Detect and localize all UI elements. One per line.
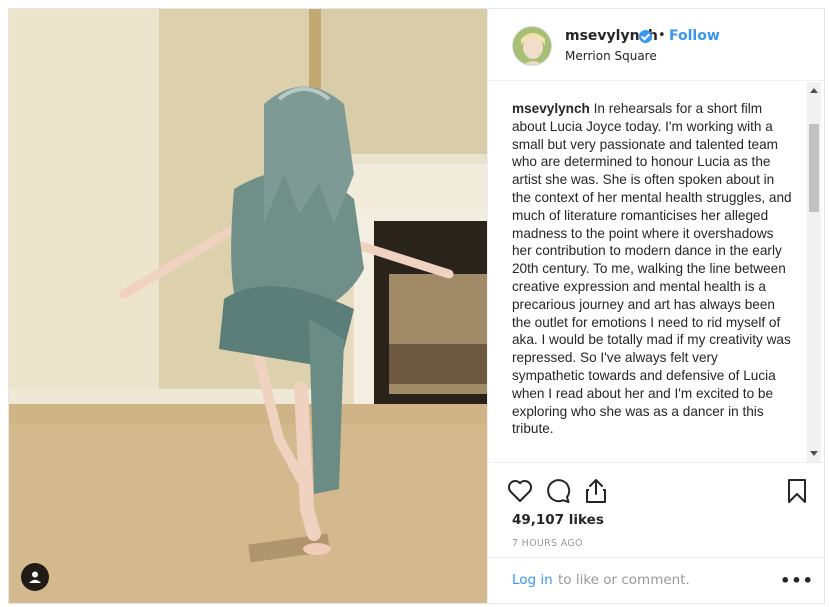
more-icon[interactable]: ••• (780, 568, 813, 592)
scrollbar-thumb[interactable] (809, 124, 819, 212)
login-link[interactable]: Log in (512, 572, 553, 588)
likes-count[interactable]: 49,107 likes (512, 512, 604, 528)
heart-icon[interactable] (504, 475, 536, 507)
share-icon[interactable] (580, 475, 612, 507)
comments-scrollbar[interactable] (807, 82, 821, 462)
scroll-down-arrow-icon[interactable] (810, 451, 818, 456)
follow-button[interactable]: Follow (669, 28, 720, 44)
post-modal: msevylynch • Follow Merrion Square msevy… (8, 8, 825, 604)
caption-username[interactable]: msevylynch (512, 101, 590, 116)
post-timestamp: 7 HOURS AGO (512, 538, 583, 549)
comment-icon[interactable] (542, 475, 574, 507)
login-prompt-text: to like or comment. (558, 572, 690, 588)
login-prompt: Log in to like or comment. ••• (488, 557, 825, 603)
separator-dot: • (658, 28, 666, 43)
post-photo[interactable] (9, 9, 487, 603)
user-tag-icon[interactable] (21, 563, 49, 591)
scroll-up-arrow-icon[interactable] (810, 88, 818, 93)
comments-area[interactable]: msevylynch In rehearsals for a short fil… (488, 82, 825, 462)
bookmark-icon[interactable] (781, 475, 813, 507)
action-bar: 49,107 likes 7 HOURS AGO (488, 462, 825, 557)
side-panel: msevylynch • Follow Merrion Square msevy… (487, 9, 825, 603)
post-header: msevylynch • Follow Merrion Square (488, 9, 825, 81)
caption: msevylynch In rehearsals for a short fil… (512, 100, 792, 438)
caption-text: In rehearsals for a short film about Luc… (512, 101, 792, 437)
location-link[interactable]: Merrion Square (565, 49, 657, 63)
photo-image (9, 9, 487, 603)
avatar[interactable] (512, 26, 552, 66)
verified-badge-icon (639, 30, 652, 43)
